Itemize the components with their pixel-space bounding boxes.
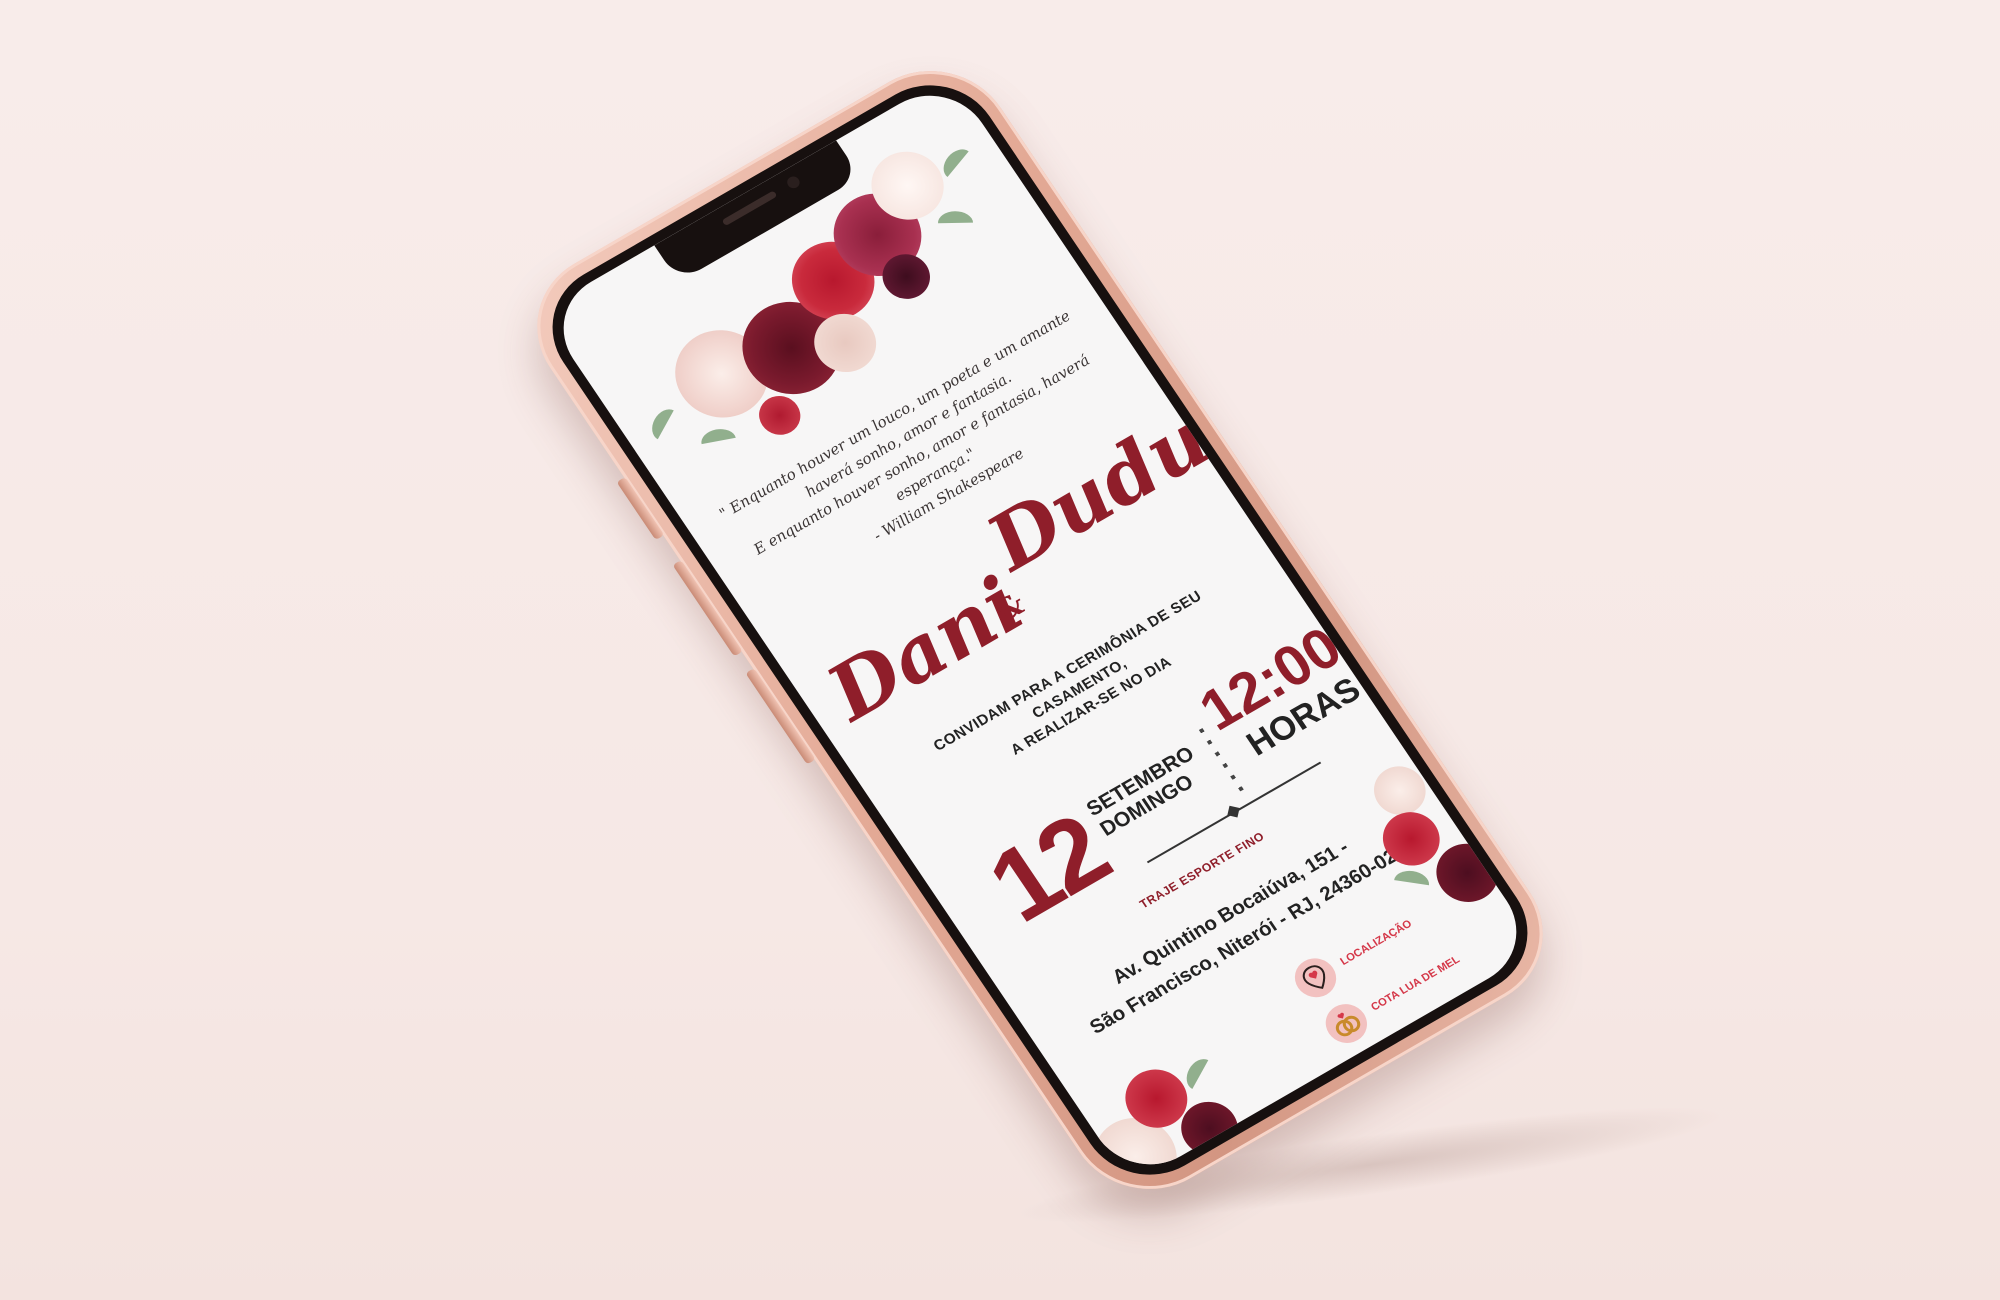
location-pin-icon <box>1286 951 1345 1005</box>
month-weekday: SETEMBRO DOMINGO <box>1082 742 1212 841</box>
rings-icon <box>1317 996 1375 1051</box>
invitation-screen: " Enquanto houver um louco, um poeta e u… <box>540 74 1540 1186</box>
location-label: LOCALIZAÇÃO <box>1338 917 1415 968</box>
ornament-diamond <box>1227 805 1240 818</box>
phone-mockup: " Enquanto houver um louco, um poeta e u… <box>506 42 1574 1218</box>
front-camera <box>784 174 802 191</box>
